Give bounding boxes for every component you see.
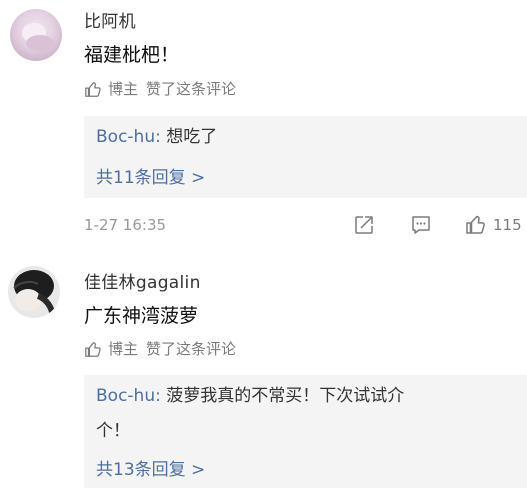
share-icon[interactable] bbox=[353, 214, 375, 236]
like-count: 115 bbox=[493, 216, 522, 234]
avatar[interactable] bbox=[8, 266, 60, 318]
comment-icon[interactable] bbox=[410, 214, 432, 236]
thumbs-up-icon bbox=[85, 81, 101, 97]
liked-text: 赞了这条评论 bbox=[146, 80, 237, 98]
thumbs-up-icon bbox=[85, 341, 101, 357]
comment-text: 福建枇杷！ bbox=[84, 44, 180, 66]
comment-time: 1-27 16:35 bbox=[84, 216, 167, 234]
like-button-icon[interactable] bbox=[465, 213, 487, 235]
comment-username[interactable]: 比阿机 bbox=[84, 7, 136, 32]
reply-text: 想吃了 bbox=[166, 127, 218, 147]
reply-count-link[interactable]: 共11条回复 > bbox=[96, 163, 205, 188]
author-liked-note: 博主 赞了这条评论 bbox=[84, 338, 236, 359]
reply-line: Boc-hu: 想吃了 bbox=[96, 122, 217, 152]
comment-text: 广东神湾菠萝 bbox=[84, 305, 199, 327]
reply-text: 菠萝我真的不常买！下次试试介 bbox=[166, 386, 405, 406]
reply-line: Boc-hu: 菠萝我真的不常买！下次试试介 bbox=[96, 381, 404, 411]
reply-count-link[interactable]: 共13条回复 > bbox=[96, 455, 205, 480]
author-label: 博主 bbox=[108, 80, 139, 98]
author-liked-note: 博主 赞了这条评论 bbox=[84, 78, 236, 99]
reply-author[interactable]: Boc-hu: bbox=[96, 127, 161, 147]
comment-username[interactable]: 佳佳林gagalin bbox=[84, 268, 201, 293]
reply-text-continued: 个！ bbox=[96, 421, 130, 441]
avatar[interactable] bbox=[10, 9, 62, 61]
author-label: 博主 bbox=[108, 340, 139, 358]
reply-author[interactable]: Boc-hu: bbox=[96, 386, 161, 406]
liked-text: 赞了这条评论 bbox=[146, 340, 237, 358]
